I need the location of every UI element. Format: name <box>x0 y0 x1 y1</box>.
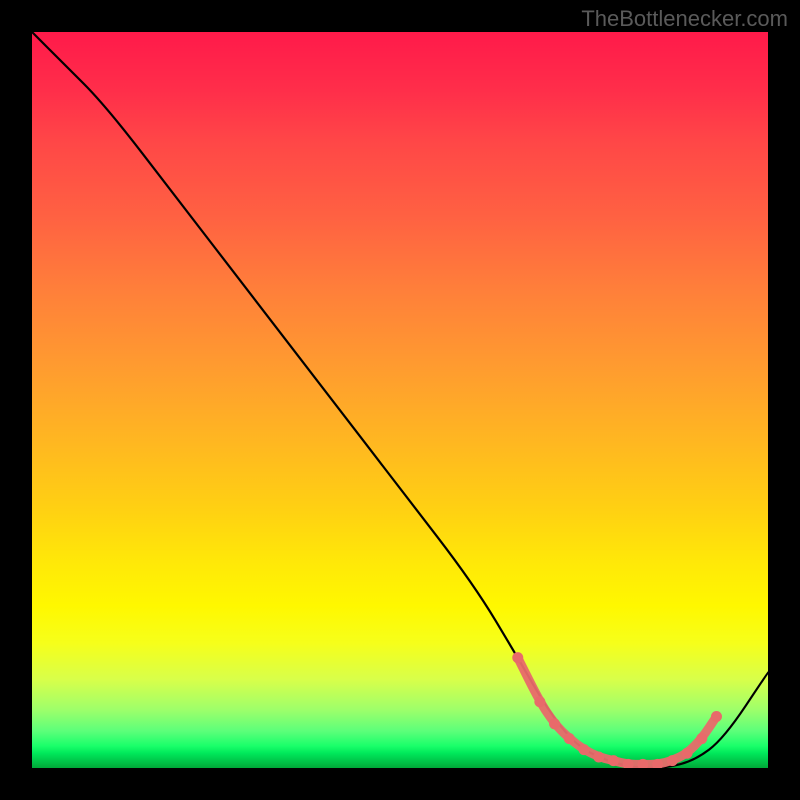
curve-marker-dot <box>711 711 722 722</box>
curve-marker-dot <box>549 718 560 729</box>
chart-plot-area <box>32 32 768 768</box>
curve-marker-dot <box>696 733 707 744</box>
curve-marker-dot <box>512 652 523 663</box>
curve-marker-dot <box>564 733 575 744</box>
chart-svg <box>32 32 768 768</box>
curve-marker-dot <box>608 755 619 766</box>
curve-marker-dot <box>579 744 590 755</box>
curve-marker-dot <box>667 755 678 766</box>
curve-marker-dot <box>593 751 604 762</box>
watermark-label: TheBottlenecker.com <box>581 6 788 32</box>
curve-marker-dot <box>682 748 693 759</box>
bottleneck-curve <box>32 32 768 768</box>
curve-marker-dot <box>534 696 545 707</box>
